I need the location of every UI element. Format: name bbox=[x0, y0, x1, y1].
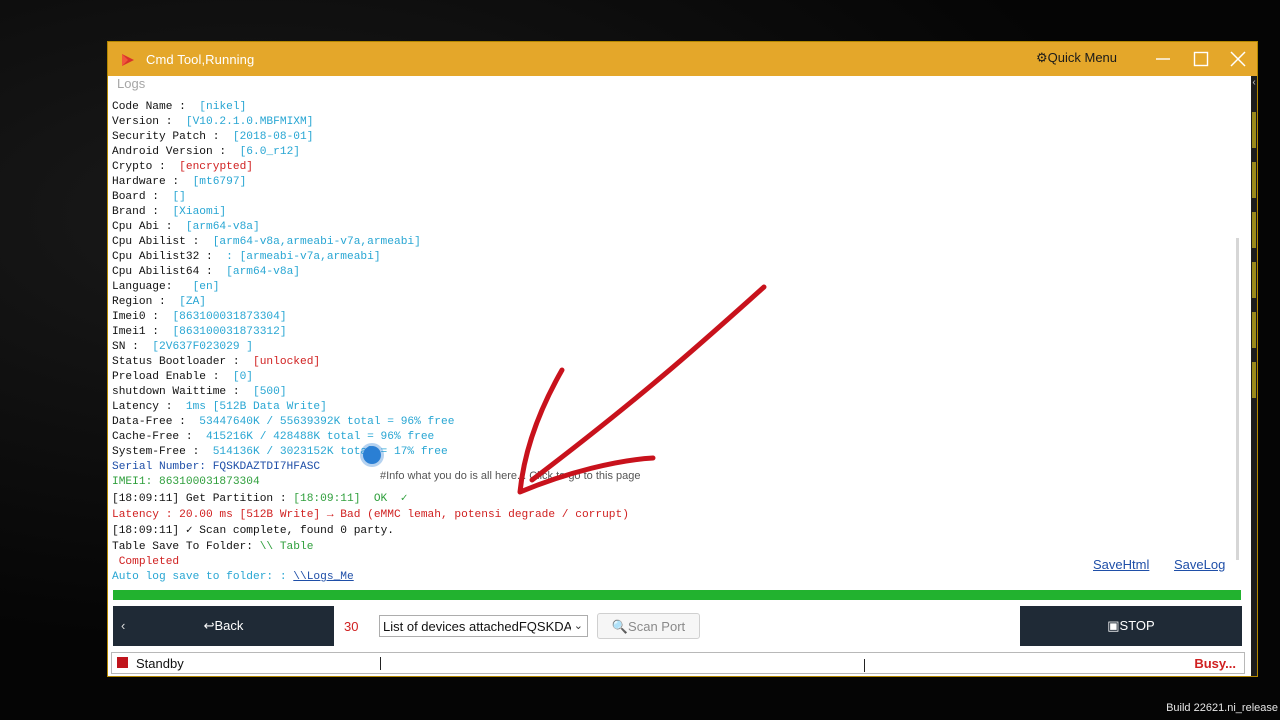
status-indicator-icon bbox=[117, 657, 128, 668]
status-text: Standby bbox=[136, 656, 184, 671]
log-scrollbar[interactable] bbox=[1236, 238, 1239, 560]
log-line: Cpu Abilist : [arm64-v8a,armeabi-v7a,arm… bbox=[112, 236, 421, 248]
device-count: 30 bbox=[344, 619, 359, 634]
scan-complete-line: [18:09:11] ✓ Scan complete, found 0 part… bbox=[112, 525, 394, 537]
log-line: Security Patch : [2018-08-01] bbox=[112, 131, 314, 143]
completed-line: Completed bbox=[112, 556, 180, 568]
minimize-icon bbox=[1156, 58, 1170, 60]
save-log-link[interactable]: SaveLog bbox=[1174, 557, 1225, 572]
log-line: Table Save To Folder: \\ Table bbox=[112, 541, 314, 553]
log-line: Board : [] bbox=[112, 191, 186, 203]
log-line: Brand : [Xiaomi] bbox=[112, 206, 227, 218]
log-line: Cpu Abilist64 : [arm64-v8a] bbox=[112, 266, 300, 278]
save-html-link[interactable]: SaveHtml bbox=[1093, 557, 1149, 572]
log-line: Hardware : [mt6797] bbox=[112, 176, 247, 188]
quick-menu-button[interactable]: ⚙Quick Menu bbox=[1036, 50, 1117, 66]
scan-port-button[interactable]: 🔍Scan Port bbox=[597, 613, 700, 639]
log-line: Cpu Abi : [arm64-v8a] bbox=[112, 221, 260, 233]
logs-folder-link[interactable]: \\Logs_Me bbox=[293, 571, 353, 583]
side-marker bbox=[1252, 362, 1256, 398]
log-line: Version : [V10.2.1.0.MBFMIXM] bbox=[112, 116, 314, 128]
status-separator bbox=[864, 659, 865, 672]
chevron-left-icon[interactable]: ‹ bbox=[1251, 76, 1257, 90]
side-marker bbox=[1252, 262, 1256, 298]
mouse-cursor-icon bbox=[363, 446, 381, 464]
app-window: Cmd Tool,Running ⚙Quick Menu Logs Code N… bbox=[108, 42, 1257, 676]
stop-button[interactable]: ▣STOP bbox=[1020, 606, 1242, 646]
build-watermark: Build 22621.ni_release bbox=[1166, 702, 1278, 714]
status-separator bbox=[380, 657, 381, 670]
maximize-button[interactable] bbox=[1186, 46, 1216, 72]
progress-bar bbox=[113, 590, 1241, 600]
side-marker bbox=[1252, 312, 1256, 348]
side-marker bbox=[1252, 212, 1256, 248]
progress-fill bbox=[113, 590, 1241, 600]
device-select-value: List of devices attachedFQSKDAZTDI7HFASC bbox=[383, 619, 571, 634]
annotation-arrow-icon bbox=[517, 284, 767, 495]
busy-indicator: Busy... bbox=[1194, 656, 1236, 671]
log-line: Code Name : [nikel] bbox=[112, 101, 247, 113]
logs-label: Logs bbox=[117, 76, 146, 91]
chevron-down-icon: ⌄ bbox=[573, 620, 583, 632]
log-line: Auto log save to folder: : \\Logs_Me bbox=[112, 571, 354, 583]
side-marker bbox=[1252, 162, 1256, 198]
window-title: Cmd Tool,Running bbox=[146, 52, 255, 67]
log-line: Crypto : [encrypted] bbox=[112, 161, 254, 173]
log-line: Cpu Abilist32 : : [armeabi-v7a,armeabi] bbox=[112, 251, 381, 263]
maximize-icon bbox=[1193, 51, 1209, 67]
log-line: Android Version : [6.0_r12] bbox=[112, 146, 301, 158]
app-logo-icon bbox=[122, 54, 134, 66]
minimize-button[interactable] bbox=[1148, 46, 1178, 72]
back-button[interactable]: ‹ ↩Back bbox=[113, 606, 334, 646]
side-marker bbox=[1252, 112, 1256, 148]
status-bar: Standby Busy... bbox=[111, 652, 1245, 674]
close-button[interactable] bbox=[1223, 46, 1253, 72]
close-icon bbox=[1230, 51, 1246, 67]
device-select[interactable]: List of devices attachedFQSKDAZTDI7HFASC… bbox=[379, 615, 588, 637]
title-bar[interactable]: Cmd Tool,Running ⚙Quick Menu bbox=[108, 42, 1257, 76]
back-button-label: ↩Back bbox=[203, 618, 244, 633]
